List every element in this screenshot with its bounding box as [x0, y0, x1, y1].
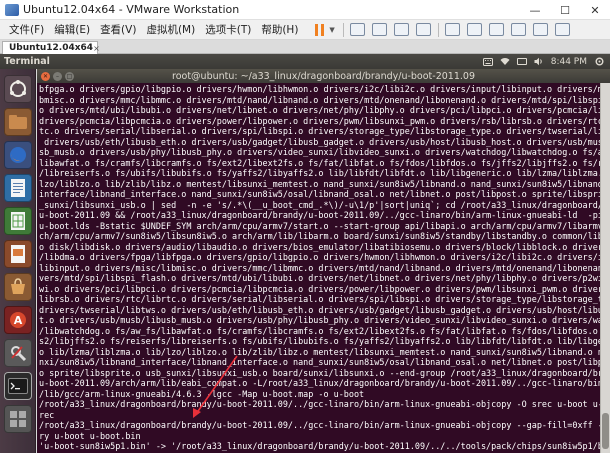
- terminal-line: o disk/libdisk.o drivers/audio/libaudio.…: [39, 241, 600, 252]
- terminal-line: libawfat.o fs/cramfs/libcramfs.o fs/ext2…: [39, 157, 600, 168]
- power-gear-icon[interactable]: [594, 57, 604, 66]
- terminal-output[interactable]: bfpga.o drivers/gpio/libgpio.o drivers/h…: [37, 83, 600, 453]
- menu-bar: 文件(F) 编辑(E) 查看(V) 虚拟机(M) 选项卡(T) 帮助(H) ▼: [0, 20, 610, 40]
- revert-snapshot-icon[interactable]: [393, 23, 409, 36]
- console-view-icon[interactable]: [532, 23, 548, 36]
- window-title: Ubuntu12.04x64 - VMware Workstation: [23, 3, 240, 16]
- thumbnail-icon[interactable]: [466, 23, 482, 36]
- keyboard-indicator-icon[interactable]: [482, 57, 493, 66]
- library-icon[interactable]: [444, 23, 460, 36]
- stretch-icon[interactable]: [554, 23, 570, 36]
- unity-icon[interactable]: [510, 23, 526, 36]
- active-app-title: Terminal: [4, 56, 50, 67]
- firefox-icon[interactable]: [4, 141, 32, 169]
- terminal-title: root@ubuntu: ~/a33_linux/dragonboard/bra…: [172, 70, 475, 82]
- ubuntu-top-panel: Terminal 8:44 PM: [0, 54, 610, 69]
- dash-icon[interactable]: [4, 75, 32, 103]
- terminal-line: t.o drivers/usb/musb/libusb_musb.o drive…: [39, 315, 600, 325]
- fullscreen-icon[interactable]: [488, 23, 504, 36]
- terminal-line: bmisc.o drivers/mmc/libmmc.o drivers/mtd…: [39, 94, 600, 105]
- mail-indicator-icon[interactable]: [516, 57, 527, 66]
- terminal-title-bar: ✕ – □ root@ubuntu: ~/a33_linux/dragonboa…: [37, 69, 610, 83]
- network-indicator-icon[interactable]: [500, 57, 510, 66]
- terminal-line: /root/a33_linux/dragonboard/brandy/u-boo…: [39, 399, 600, 409]
- terminal-line: interface/libnand_interface.o nand_sunxi…: [39, 189, 600, 199]
- terminal-line: drivers/pcmcia/libpcmcia.o drivers/power…: [39, 115, 600, 126]
- vmware-logo-icon: [5, 3, 19, 16]
- terminal-line: nxi/sun8iw5/libnand_interface/libnand_in…: [39, 357, 600, 367]
- terminal-line: o sprite/libsprite.o usb_sunxi/libsunxi_…: [39, 367, 600, 378]
- workspaces-icon[interactable]: [4, 405, 32, 433]
- software-center-icon[interactable]: [4, 273, 32, 301]
- terminal-line: /libdma.o drivers/fpga/libfpga.o drivers…: [39, 252, 600, 262]
- close-button[interactable]: ✕: [580, 0, 610, 20]
- ubuntu-one-icon[interactable]: A: [4, 306, 32, 334]
- terminal-line: librsb.o drivers/rtc/librtc.o drivers/se…: [39, 294, 600, 304]
- terminal-line: drivers/usb/eth/libusb_eth.o drivers/usb…: [39, 136, 600, 147]
- minimize-button[interactable]: —: [520, 0, 550, 20]
- snapshot-manager-icon[interactable]: [415, 23, 431, 36]
- terminal-line: wi.o drivers/pci/libpci.o drivers/pcmcia…: [39, 283, 600, 294]
- send-ctrl-alt-del-icon[interactable]: [349, 23, 365, 36]
- terminal-line: ch/arm/cpu/armv7/sun8iw5/libsun8iw5.o ar…: [39, 231, 600, 241]
- terminal-icon[interactable]: [4, 372, 32, 400]
- clock[interactable]: 8:44 PM: [551, 57, 587, 67]
- terminal-line: ry u-boot u-boot.bin: [39, 430, 141, 441]
- terminal-line: 'u-boot-sun8iw5p1.bin' -> '/root/a33_lin…: [39, 441, 600, 451]
- menu-edit[interactable]: 编辑(E): [49, 22, 95, 37]
- toolbar-separator: [437, 22, 439, 37]
- menu-vm[interactable]: 虚拟机(M): [141, 22, 200, 37]
- terminal-text: bfpga.o drivers/gpio/libgpio.o drivers/h…: [39, 84, 600, 453]
- terminal-line: tc.o drivers/serial/libserial.o drivers/…: [39, 126, 600, 136]
- files-icon[interactable]: [4, 108, 32, 136]
- settings-icon[interactable]: [4, 339, 32, 367]
- terminal-line: /root/a33_linux/dragonboard/brandy/u-boo…: [39, 420, 600, 430]
- terminal-line: rec: [39, 409, 55, 420]
- terminal-line: /lib/gcc/arm-linux-gnueabi/4.6.3 -lgcc -…: [39, 388, 365, 399]
- terminal-line: s2/libjffs2.o fs/reiserfs/libreiserfs.o …: [39, 336, 600, 346]
- vmware-title-bar: Ubuntu12.04x64 - VMware Workstation — ☐ …: [0, 0, 610, 20]
- snapshot-icon[interactable]: [371, 23, 387, 36]
- terminal-line: sb_musb.o drivers/usb/phy/libusb_phy.o d…: [39, 147, 600, 157]
- vm-tab-label: Ubuntu12.04x64: [9, 43, 94, 53]
- terminal-line: u-boot.lds -Bstatic $UNDEF_SYM arch/arm/…: [39, 220, 600, 231]
- unity-launcher: A: [0, 69, 36, 453]
- terminal-line: lzo/liblzo.o lib/zlib/libz.o mentest/lib…: [39, 178, 600, 189]
- pause-icon[interactable]: [315, 23, 326, 36]
- calc-icon[interactable]: [4, 207, 32, 235]
- terminal-line: o lib/lzma/liblzma.o lib/lzo/liblzo.o li…: [39, 346, 600, 357]
- svg-text:A: A: [14, 314, 23, 327]
- maximize-button[interactable]: ☐: [550, 0, 580, 20]
- impress-icon[interactable]: [4, 240, 32, 268]
- vm-tab-strip: Ubuntu12.04x64 ×: [0, 40, 610, 54]
- writer-icon[interactable]: [4, 174, 32, 202]
- terminal-line: /libreiserfs.o fs/ubifs/libubifs.o fs/ya…: [39, 168, 600, 178]
- menu-view[interactable]: 查看(V): [95, 22, 141, 37]
- terminal-line: u-boot-2011.09 && /root/a33_linux/dragon…: [39, 210, 600, 220]
- terminal-line: vers/mtd/spi/libspi_flash.o drivers/mtd/…: [39, 273, 600, 283]
- pause-dropdown-icon[interactable]: ▼: [329, 26, 334, 34]
- toolbar-separator: [342, 22, 344, 37]
- terminal-line: drivers/twserial/libtws.o drivers/usb/et…: [39, 304, 600, 315]
- terminal-line: o drivers/mtd/ubi/libubi.o drivers/net/l…: [39, 105, 600, 115]
- vm-tab-close-icon[interactable]: ×: [93, 44, 100, 53]
- volume-indicator-icon[interactable]: [534, 57, 544, 66]
- terminal-line: libinput.o drivers/misc/libmisc.o driver…: [39, 262, 600, 273]
- terminal-line: u-boot-2011.09/arch/arm/lib/eabi_compat.…: [39, 378, 600, 388]
- terminal-scrollbar-thumb[interactable]: [602, 413, 609, 449]
- menu-file[interactable]: 文件(F): [4, 22, 49, 37]
- terminal-line: /libwatchdog.o fs/aw_fs/libawfat.o fs/cr…: [39, 325, 600, 336]
- terminal-line: bfpga.o drivers/gpio/libgpio.o drivers/h…: [39, 84, 600, 94]
- menu-tabs[interactable]: 选项卡(T): [200, 22, 256, 37]
- vm-tab-ubuntu[interactable]: Ubuntu12.04x64 ×: [2, 41, 100, 54]
- menu-help[interactable]: 帮助(H): [256, 22, 303, 37]
- terminal-line: _sunxi/libsunxi_usb.o | sed -n -e 's/.*\…: [39, 199, 600, 210]
- terminal-scrollbar[interactable]: [600, 83, 610, 453]
